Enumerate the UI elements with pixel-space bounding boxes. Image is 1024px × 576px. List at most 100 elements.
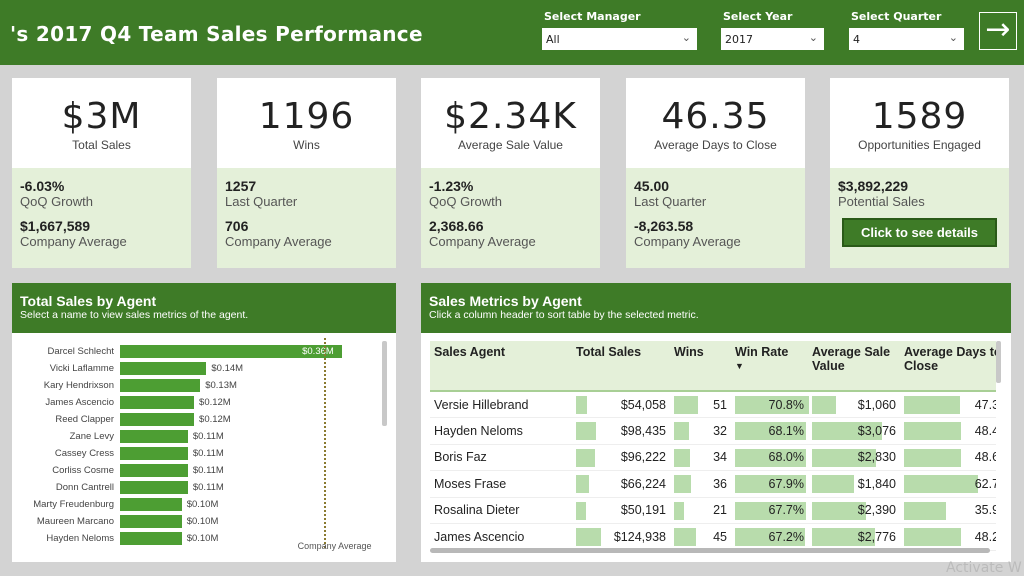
kpi-sub-value: 1257 [225, 178, 257, 194]
cell-metric: 68.0% [731, 444, 808, 471]
bar-value-label: $0.36M [302, 346, 334, 357]
kpi-caption: Opportunities Engaged [858, 138, 981, 152]
cell-metric: 32 [670, 417, 731, 445]
cell-metric: $50,191 [572, 497, 670, 524]
bar-value-label: $0.10M [186, 533, 219, 544]
agent-name[interactable]: Corliss Cosme [12, 465, 114, 476]
bar[interactable] [120, 396, 195, 409]
cell-metric: $54,058 [572, 391, 670, 418]
column-header[interactable]: Win Rate ▼ [731, 341, 808, 392]
table-row[interactable]: Rosalina Dieter$50,1912167.7%$2,39035.97 [430, 497, 996, 524]
cell-metric: 70.8% [731, 391, 809, 418]
quarter-select-value: 4 [853, 33, 860, 46]
cell-metric: $1,060 [808, 391, 900, 418]
quarter-select[interactable]: 4 ⌄ [849, 28, 964, 50]
kpi-value: 46.35 [661, 96, 770, 137]
bar[interactable] [120, 498, 182, 511]
bar-row[interactable]: Donn Cantrell $0.11M [12, 479, 382, 496]
table-row[interactable]: Moses Frase$66,2243667.9%$1,84062.72 [430, 470, 996, 498]
see-details-button[interactable]: Click to see details [842, 218, 997, 247]
cell-metric: 35.97 [900, 497, 996, 524]
bar[interactable] [120, 481, 188, 494]
column-header[interactable]: Wins [670, 341, 731, 392]
cell-agent: Hayden Neloms [430, 417, 572, 445]
kpi-sub-value: 2,368.66 [429, 218, 484, 234]
column-header[interactable]: Total Sales [572, 341, 670, 392]
bar-value-label: $0.11M [192, 482, 224, 493]
cell-agent: Moses Frase [430, 470, 572, 498]
cell-metric: 34 [670, 444, 731, 471]
cell-metric: $1,840 [808, 470, 900, 498]
table-row[interactable]: James Ascencio$124,9384567.2%$2,77648.27 [430, 523, 996, 551]
column-header[interactable]: Average Days to Close [900, 341, 996, 392]
cell-metric: 48.27 [900, 523, 996, 551]
year-select[interactable]: 2017 ⌄ [721, 28, 824, 50]
kpi-sub-label: Last Quarter [225, 194, 298, 209]
kpi-card: 46.35 Average Days to Close 45.00 Last Quar… [626, 78, 805, 268]
bar-row[interactable]: James Ascencio $0.12M [12, 394, 382, 411]
kpi-sub-value: $3,892,229 [838, 178, 909, 194]
agent-name[interactable]: Marty Freudenburg [12, 499, 114, 510]
agent-name[interactable]: Cassey Cress [12, 448, 114, 459]
kpi-caption: Total Sales [72, 138, 131, 152]
bar-row[interactable]: Kary Hendrixson $0.13M [12, 377, 382, 394]
bar[interactable] [120, 464, 188, 477]
agent-name[interactable]: James Ascencio [12, 397, 114, 408]
arrow-right-icon[interactable]: → [979, 12, 1017, 50]
bar[interactable] [120, 430, 188, 443]
bar-value-label: $0.10M [186, 499, 219, 510]
quarter-filter-label: Select Quarter [851, 10, 942, 23]
agent-name[interactable]: Hayden Neloms [12, 533, 114, 544]
kpi-card: 1196 Wins 1257 Last Quarter 706 Company Avera… [217, 78, 396, 268]
agent-name[interactable]: Reed Clapper [12, 414, 114, 425]
table-row[interactable]: Boris Faz$96,2223468.0%$2,83048.66 [430, 444, 996, 471]
bar[interactable] [120, 532, 182, 545]
bar[interactable] [120, 379, 201, 392]
bar-value-label: $0.13M [205, 380, 237, 391]
kpi-sub-value: 45.00 [634, 178, 670, 194]
bar[interactable] [120, 362, 207, 375]
bar-chart: Darcel Schlecht $0.36M Vicki Laflamme $0.14… [12, 338, 382, 558]
bar-value-label: $0.11M [192, 431, 224, 442]
manager-select[interactable]: All ⌄ [542, 28, 697, 50]
agent-name[interactable]: Maureen Marcano [12, 516, 114, 527]
agent-name[interactable]: Donn Cantrell [12, 482, 114, 493]
vertical-scrollbar[interactable] [382, 341, 387, 426]
agent-name[interactable]: Darcel Schlecht [12, 346, 114, 357]
agent-name[interactable]: Vicki Laflamme [12, 363, 114, 374]
bar-row[interactable]: Marty Freudenburg $0.10M [12, 496, 382, 513]
table-row[interactable]: Hayden Neloms$98,4353268.1%$3,07648.47 [430, 417, 996, 445]
cell-metric: $124,938 [572, 523, 670, 551]
column-header[interactable]: Sales Agent [430, 341, 572, 392]
bar[interactable] [120, 413, 195, 426]
bar-row[interactable]: Corliss Cosme $0.11M [12, 462, 382, 479]
agent-name[interactable]: Kary Hendrixson [12, 380, 114, 391]
cell-metric: $2,390 [808, 497, 900, 524]
kpi-value: $3M [61, 96, 142, 137]
bar-row[interactable]: Darcel Schlecht $0.36M [12, 343, 382, 360]
bar-row[interactable]: Maureen Marcano $0.10M [12, 513, 382, 530]
bar[interactable] [120, 515, 182, 528]
kpi-value: 1196 [258, 96, 355, 137]
panel-title: Sales Metrics by Agent [429, 293, 582, 309]
bar-row[interactable]: Vicki Laflamme $0.14M [12, 360, 382, 377]
table-row[interactable]: Versie Hillebrand $54,058 51 70.8% $1,060 47.… [430, 391, 996, 418]
bar-row[interactable]: Cassey Cress $0.11M [12, 445, 382, 462]
bar-row[interactable]: Reed Clapper $0.12M [12, 411, 382, 428]
column-header[interactable]: Average Sale Value [808, 341, 900, 392]
sales-metrics-table: Sales Agent Total Sales Wins Win Rate ▼ Avera… [430, 341, 996, 551]
horizontal-scrollbar[interactable] [430, 548, 990, 553]
bar-row[interactable]: Zane Levy $0.11M [12, 428, 382, 445]
year-filter-label: Select Year [723, 10, 793, 23]
kpi-card: 1589 Opportunities Engaged $3,892,229 Poten… [830, 78, 1009, 268]
chevron-down-icon: ⌄ [948, 31, 958, 44]
kpi-sub-value: -6.03% [20, 178, 65, 194]
sort-descending-icon: ▼ [735, 361, 744, 371]
bar-value-label: $0.12M [199, 414, 231, 425]
kpi-card: $3M Total Sales -6.03% QoQ Growth $1,667,589… [12, 78, 191, 268]
total-sales-by-agent-panel: Total Sales by Agent Select a name to vie… [12, 283, 396, 562]
bar[interactable] [120, 447, 188, 460]
vertical-scrollbar[interactable] [996, 341, 1001, 383]
agent-name[interactable]: Zane Levy [12, 431, 114, 442]
sales-metrics-panel: Sales Metrics by Agent Click a column hea… [421, 283, 1011, 562]
